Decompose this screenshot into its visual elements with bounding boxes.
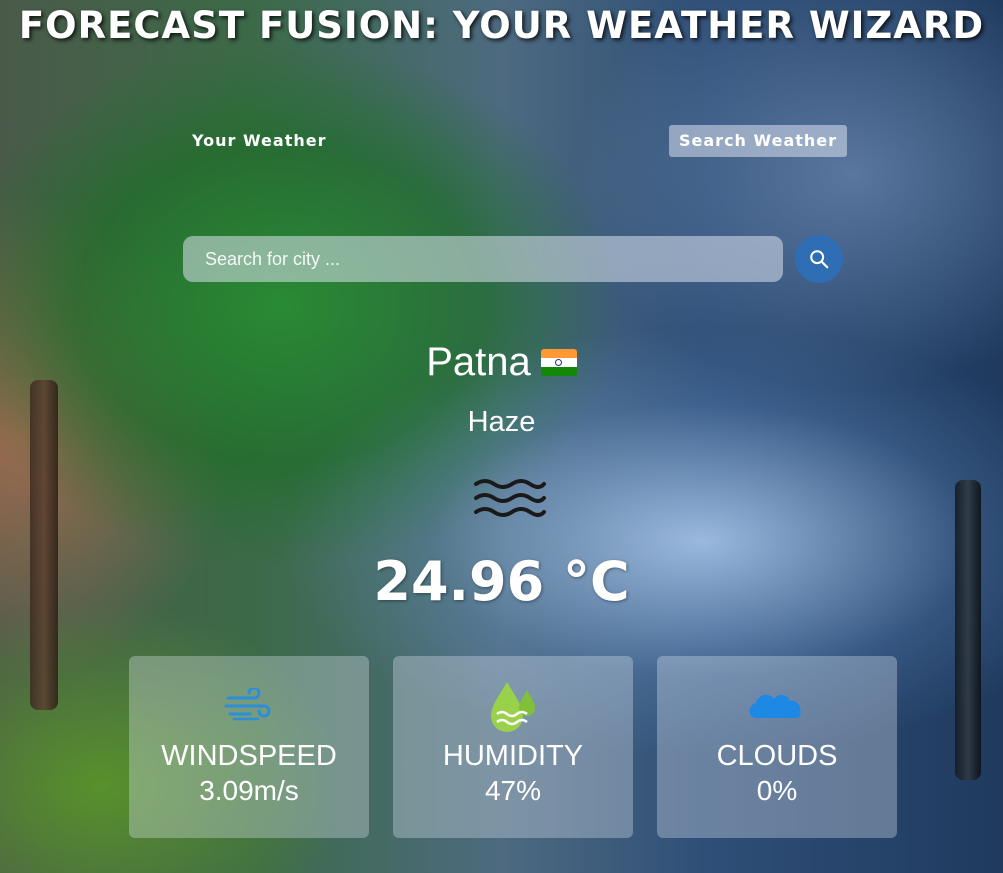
windspeed-card: WINDSPEED 3.09m/s: [129, 656, 369, 838]
search-input[interactable]: [183, 236, 783, 282]
weather-description: Haze: [467, 406, 536, 438]
background-tree-right: [955, 480, 981, 780]
humidity-icon: [491, 682, 535, 732]
temperature-value: 24.96 °C: [373, 550, 630, 613]
clouds-label: CLOUDS: [716, 740, 838, 772]
location-row: Patna: [0, 340, 1003, 385]
city-name: Patna: [426, 340, 531, 384]
humidity-value: 47%: [484, 775, 542, 806]
page-title: FORECAST FUSION: YOUR WEATHER WIZARD: [18, 4, 985, 47]
humidity-label: HUMIDITY: [442, 740, 584, 772]
tab-your-weather[interactable]: Your Weather: [182, 125, 336, 157]
search-icon: [810, 250, 829, 269]
search-button[interactable]: [795, 235, 843, 283]
cloud-icon: [749, 694, 801, 718]
clouds-card: CLOUDS 0%: [657, 656, 897, 838]
tab-search-weather[interactable]: Search Weather: [669, 125, 848, 157]
haze-icon: [474, 479, 546, 517]
clouds-value: 0%: [756, 775, 798, 806]
india-flag-icon: [540, 348, 577, 377]
humidity-card: HUMIDITY 47%: [393, 656, 633, 838]
windspeed-value: 3.09m/s: [199, 775, 299, 806]
windspeed-label: WINDSPEED: [161, 740, 337, 772]
wind-icon: [224, 688, 271, 721]
